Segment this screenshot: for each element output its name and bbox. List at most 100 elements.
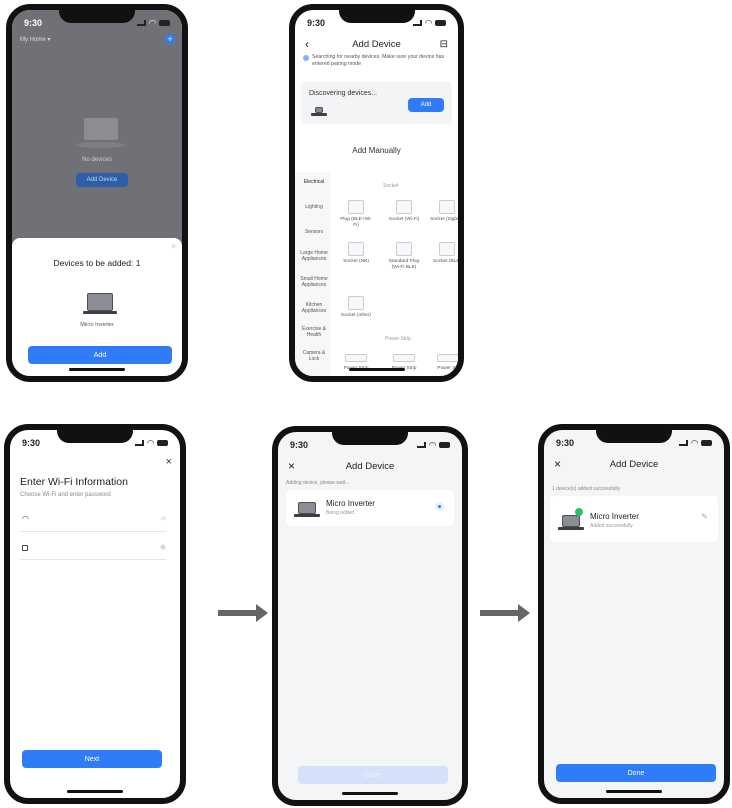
wifi-field[interactable]: ◠ ⇄	[20, 510, 166, 532]
tile-label: Socket (Zigbee)	[430, 217, 464, 222]
switch-wifi-icon[interactable]: ⇄	[161, 515, 166, 522]
sidebar-item-electrical[interactable]: Electrical	[299, 179, 329, 186]
tile-power-strip-2[interactable]	[393, 354, 415, 362]
done-button-disabled[interactable]: Done	[298, 766, 448, 784]
bottom-sheet: × Devices to be added: 1 Micro Inverter …	[12, 238, 182, 376]
notch	[338, 10, 415, 23]
tile-socket-wifi[interactable]	[396, 200, 412, 214]
success-check-icon	[575, 508, 583, 516]
phone-device-added: 9:30 ◠ × Add Device 1 device(s) added su…	[538, 424, 730, 804]
page-title: Add Device	[345, 460, 395, 472]
bg-add-device-button[interactable]: Add Device	[76, 173, 128, 187]
sidebar-item-lighting[interactable]: Lighting	[299, 204, 329, 211]
category-sidebar	[295, 172, 331, 376]
next-button[interactable]: Next	[22, 750, 162, 768]
tile-power-strip-3[interactable]	[437, 354, 458, 362]
found-device-image[interactable]	[311, 104, 327, 116]
signal-icon	[679, 440, 689, 446]
home-indicator	[348, 368, 405, 371]
home-selector[interactable]: My Home ▾	[20, 36, 50, 43]
discovering-label: Discovering devices...	[309, 90, 378, 97]
tile-label: Socket (BLE)	[432, 259, 462, 264]
signal-icon	[417, 442, 427, 448]
phone-add-devices-sheet: 9:30 ◠ My Home ▾ + No devices Add Device…	[6, 4, 188, 382]
edit-icon[interactable]: ✎	[701, 512, 708, 521]
scan-icon[interactable]: ⊟	[440, 39, 448, 50]
adding-notice: Adding device, please wait...	[286, 480, 350, 486]
tile-socket-other[interactable]	[348, 296, 364, 310]
page-title: Add Device	[352, 38, 401, 50]
sidebar-item-large-appliances[interactable]: Large Home Appliances	[299, 250, 329, 263]
tile-label: Socket (other)	[340, 313, 372, 318]
nav-bar: × Add Device	[544, 454, 724, 474]
status-icons: ◠	[135, 438, 168, 449]
home-indicator	[67, 790, 123, 793]
tile-label: Power St	[437, 366, 457, 371]
status-time: 9:30	[24, 18, 43, 28]
page-title: Enter Wi-Fi Information	[20, 476, 128, 488]
sheet-title: Devices to be added: 1	[53, 258, 141, 268]
wifi-icon: ◠	[429, 439, 436, 450]
discovery-add-button[interactable]: Add	[408, 98, 444, 112]
battery-icon	[439, 442, 450, 448]
status-icons: ◠	[679, 438, 712, 449]
tile-label: Plug (BLE+Wi-Fi)	[340, 217, 372, 228]
show-password-icon[interactable]: ◉	[160, 543, 166, 551]
sidebar-item-sensors[interactable]: Sensors	[299, 229, 329, 236]
device-name: Micro Inverter	[590, 512, 639, 521]
status-icons: ◠	[417, 440, 450, 451]
tile-standard-plug[interactable]	[396, 242, 412, 256]
sidebar-item-small-appliances[interactable]: Small Home Appliances	[299, 276, 329, 289]
sidebar-item-kitchen[interactable]: Kitchen Appliances	[299, 302, 329, 315]
back-icon[interactable]: ‹	[305, 37, 309, 51]
close-icon[interactable]: ×	[171, 242, 176, 251]
password-field[interactable]: ◉	[20, 538, 166, 560]
device-name: Micro Inverter	[80, 322, 114, 328]
tile-power-strip-1[interactable]	[345, 354, 367, 362]
nav-bar: ‹ Add Device ⊟	[295, 34, 458, 54]
tile-plug-ble-wifi[interactable]	[348, 200, 364, 214]
status-time: 9:30	[290, 440, 309, 450]
phone-wifi-information: 9:30 ◠ × Enter Wi-Fi Information Choose …	[4, 424, 186, 804]
tile-socket-zigbee[interactable]	[439, 200, 455, 214]
device-image	[83, 290, 117, 314]
empty-illustration	[76, 108, 126, 148]
device-name: Micro Inverter	[326, 499, 375, 508]
wifi-icon: ◠	[149, 17, 156, 28]
sidebar-item-camera[interactable]: Camera & Lock	[299, 350, 329, 363]
flow-arrow	[218, 604, 268, 622]
home-indicator	[342, 792, 398, 795]
close-icon[interactable]: ×	[288, 459, 295, 473]
add-button[interactable]: Add	[28, 346, 172, 364]
close-icon[interactable]: ×	[554, 457, 561, 471]
device-status: Being added	[326, 510, 355, 516]
device-image	[294, 499, 320, 517]
bluetooth-notice: Searching for nearby devices. Make sure …	[303, 54, 450, 69]
notch	[57, 430, 133, 443]
status-icons: ◠	[137, 18, 170, 29]
wifi-icon: ◠	[691, 437, 698, 448]
lock-icon	[22, 545, 28, 551]
done-button[interactable]: Done	[556, 764, 716, 782]
device-card: Micro Inverter Being added	[286, 490, 454, 526]
tile-socket-nb[interactable]	[348, 242, 364, 256]
status-icons: ◠	[413, 18, 446, 29]
signal-icon	[135, 440, 145, 446]
wifi-icon: ◠	[147, 437, 154, 448]
signal-icon	[137, 20, 147, 26]
tile-socket-ble[interactable]	[439, 242, 455, 256]
device-card: Micro Inverter Added successfully ✎	[550, 496, 718, 542]
discovery-card: Discovering devices... Add	[301, 82, 452, 124]
success-notice: 1 device(s) added successfully	[552, 486, 621, 492]
home-indicator	[606, 790, 662, 793]
status-time: 9:30	[307, 18, 326, 28]
device-status: Added successfully	[590, 523, 633, 529]
status-time: 9:30	[556, 438, 575, 448]
add-icon[interactable]: +	[165, 34, 175, 44]
bluetooth-icon	[303, 55, 309, 61]
flow-arrow	[480, 604, 530, 622]
close-icon[interactable]: ×	[166, 456, 172, 468]
status-time: 9:30	[22, 438, 41, 448]
notch	[596, 430, 672, 443]
sidebar-item-exercise[interactable]: Exercise & Health	[299, 326, 329, 339]
